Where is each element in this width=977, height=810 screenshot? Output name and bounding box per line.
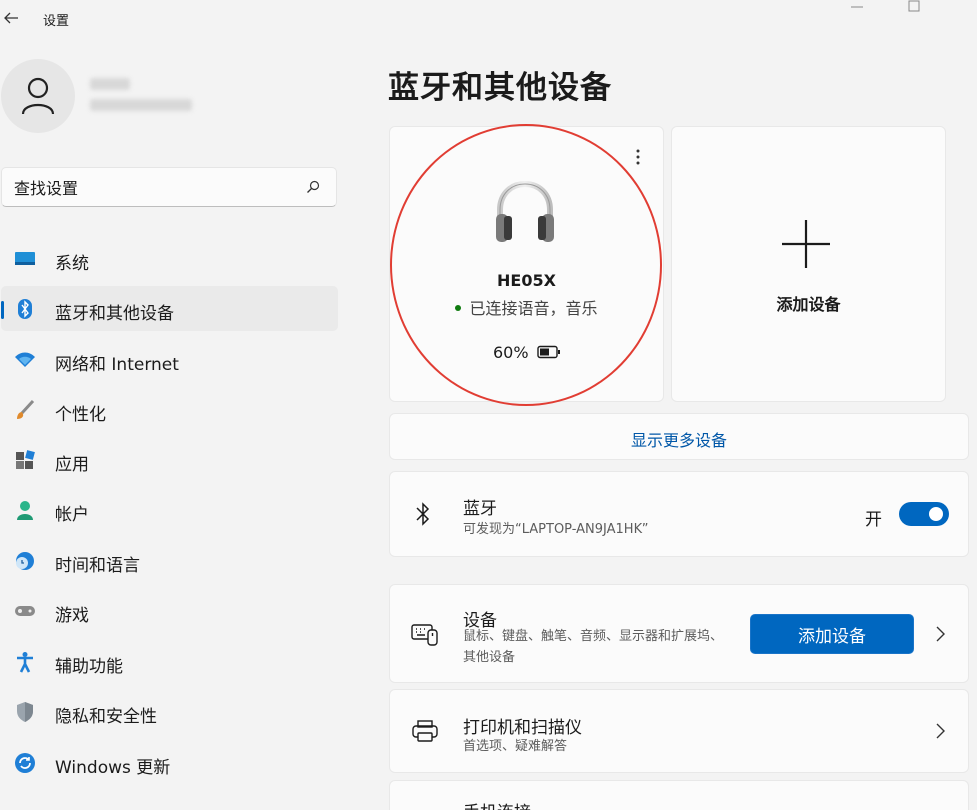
shield-icon [14,701,36,723]
search-input[interactable]: 查找设置 [14,175,78,199]
account-email-redacted [90,99,192,111]
page-title: 蓝牙和其他设备 [388,70,612,106]
highlight-annotation-circle [390,124,662,406]
plus-icon [782,220,830,268]
globe-clock-icon [14,550,36,572]
sidebar-item-system[interactable] [1,236,338,281]
bluetooth-title: 蓝牙 [463,499,497,519]
toggle-state-label: 开 [865,510,882,530]
chevron-right-icon[interactable] [934,722,946,740]
monitor-icon [14,248,36,270]
accessibility-icon [14,651,36,673]
phone-link-title: 手机连接 [463,798,531,810]
sidebar-item-privacy[interactable] [1,689,338,734]
active-indicator [1,301,4,319]
sidebar-item-label: 帐户 [55,505,89,525]
person-icon [14,499,36,521]
sidebar-item-label: 辅助功能 [55,657,123,677]
printers-subtitle: 首选项、疑难解答 [463,739,568,754]
sidebar-item-label: 游戏 [55,606,89,626]
minimize-icon[interactable] [848,0,866,14]
sidebar-item-accounts[interactable] [1,487,338,532]
more-options-icon[interactable] [632,148,644,166]
sidebar-item-personalization[interactable] [1,387,338,432]
sidebar-item-label: 时间和语言 [55,556,140,576]
sidebar-item-label: 蓝牙和其他设备 [55,304,174,324]
sidebar-item-label: 网络和 Internet [55,355,179,375]
maximize-icon[interactable] [905,0,923,14]
chevron-right-icon[interactable] [934,625,946,643]
user-icon [21,77,55,115]
sidebar-item-time-language[interactable] [1,538,338,583]
account-name-redacted [90,78,130,90]
sidebar-item-label: Windows 更新 [55,758,171,778]
sidebar-item-gaming[interactable] [1,588,338,633]
printer-icon [412,720,438,742]
search-icon[interactable] [305,179,321,195]
printers-title: 打印机和扫描仪 [463,718,582,738]
wifi-icon [14,349,36,371]
back-arrow-icon[interactable] [2,9,20,27]
devices-keyboard-icon [411,624,438,646]
gamepad-icon [14,600,36,622]
update-icon [14,752,36,774]
sidebar-item-label: 系统 [55,254,89,274]
app-title: 设置 [43,14,70,29]
sidebar-item-apps[interactable] [1,437,338,482]
apps-icon [14,449,36,471]
avatar[interactable] [1,59,75,133]
devices-subtitle: 鼠标、键盘、触笔、音频、显示器和扩展坞、其他设备 [463,629,724,665]
bluetooth-icon [14,298,36,320]
add-device-button[interactable]: 添加设备 [750,614,914,654]
sidebar-item-label: 应用 [55,455,89,475]
bluetooth-icon [416,502,430,526]
brush-icon [14,399,36,421]
sidebar-item-accessibility[interactable] [1,639,338,684]
sidebar-item-label: 隐私和安全性 [55,707,157,727]
toggle-knob [929,507,943,521]
bluetooth-discoverable-name: 可发现为“LAPTOP-AN9JA1HK” [463,522,649,537]
show-more-devices-link[interactable]: 显示更多设备 [389,427,969,451]
add-device-label: 添加设备 [776,295,841,314]
sidebar-item-label: 个性化 [55,405,106,425]
